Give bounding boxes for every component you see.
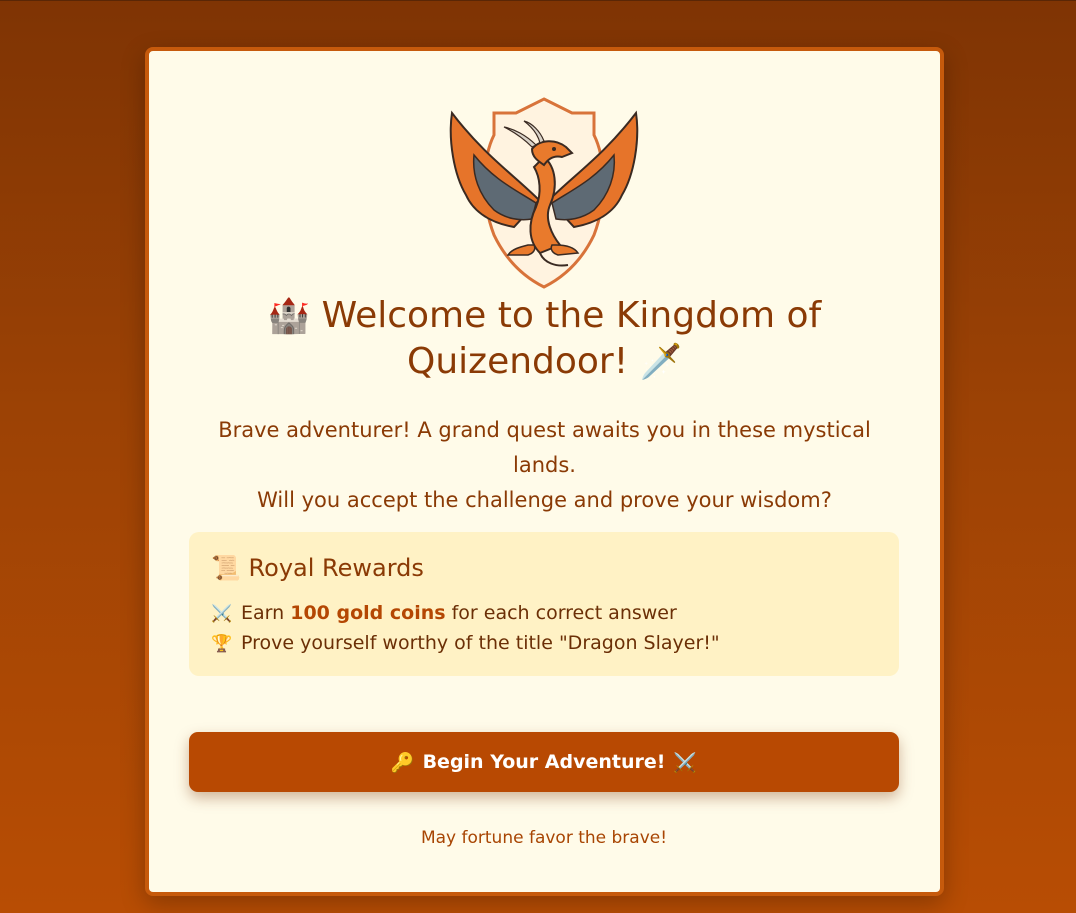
welcome-card: 🏰 Welcome to the Kingdom of Quizendoor! … [145,47,944,896]
intro-line-2: Will you accept the challenge and prove … [257,488,832,512]
trophy-icon: 🏆 [211,634,233,654]
reward-item-title: 🏆 Prove yourself worthy of the title "Dra… [211,632,720,654]
page-title-text: Welcome to the Kingdom of Quizendoor! [321,295,822,382]
rewards-heading: 📜 Royal Rewards [211,554,424,582]
reward-text-pre: Earn [241,602,285,624]
key-icon: 🔑 [390,751,415,774]
crossed-swords-icon: ⚔️ [211,604,233,624]
reward-text: Prove yourself worthy of the title "Drag… [241,632,720,654]
castle-icon: 🏰 [267,296,311,336]
reward-item-gold: ⚔️ Earn 100 gold coins for each correct a… [211,602,677,624]
begin-adventure-label: Begin Your Adventure! [422,751,666,773]
dagger-icon: 🗡️ [639,342,682,382]
rewards-panel: 📜 Royal Rewards ⚔️ Earn 100 gold coins fo… [189,532,899,676]
reward-text-post: for each correct answer [451,602,677,624]
top-edge [0,0,1076,1]
intro-line-1: Brave adventurer! A grand quest awaits y… [218,418,871,477]
scroll-icon: 📜 [211,554,241,582]
footer-text: May fortune favor the brave! [420,828,668,848]
reward-text-bold: 100 gold coins [290,602,446,624]
crossed-swords-icon: ⚔️ [673,751,698,774]
intro-text: Brave adventurer! A grand quest awaits y… [189,413,900,518]
rewards-title: Royal Rewards [248,554,424,582]
begin-adventure-button[interactable]: 🔑 Begin Your Adventure! ⚔️ [189,732,899,792]
dragon-shield-logo [449,97,639,289]
page-title: 🏰 Welcome to the Kingdom of Quizendoor! … [209,293,880,385]
